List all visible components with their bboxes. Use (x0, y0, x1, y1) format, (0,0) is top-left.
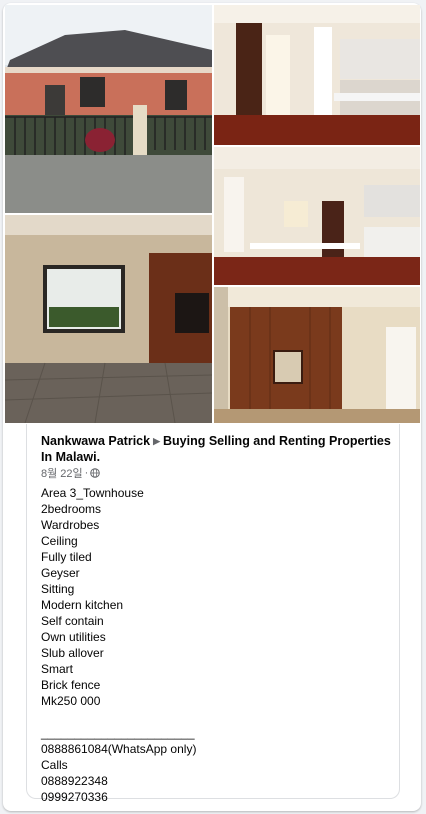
post-body-line (41, 709, 391, 725)
post-body-line: Wardrobes (41, 518, 100, 532)
post-body-line: Calls (41, 758, 68, 772)
photo-gallery (5, 5, 420, 423)
post-body-line: Own utilities (41, 630, 106, 644)
post-body-line: Ceiling (41, 534, 78, 548)
post-body-line: 0888861084(WhatsApp only) (41, 742, 197, 756)
triangle-right-icon: ▶ (153, 436, 161, 446)
photo-house-exterior[interactable] (5, 5, 212, 213)
post-body-line: Slub allover (41, 646, 104, 660)
photo-kitchen-corridor[interactable] (214, 147, 420, 285)
post-meta: 8월 22일 · (41, 465, 101, 481)
post-body-line: Brick fence (41, 678, 101, 692)
post-body-line: 0888922348 (41, 774, 108, 788)
author-name[interactable]: Nankwawa Patrick (41, 434, 150, 448)
post-body-line: Modern kitchen (41, 598, 124, 612)
post-body-line: 0999270336 (41, 790, 108, 804)
post-body-line: Fully tiled (41, 550, 92, 564)
post-body-line: Geyser (41, 566, 80, 580)
post-header: Nankwawa Patrick ▶ Buying Selling and Rent… (41, 433, 391, 465)
globe-icon (90, 468, 101, 478)
photo-wardrobe-wall[interactable] (214, 287, 420, 423)
post-body-line: Smart (41, 662, 74, 676)
photo-kitchen-wide[interactable] (214, 5, 420, 145)
photo-living-room[interactable] (5, 215, 212, 423)
post-body: Area 3_Townhouse 2bedrooms Wardrobes Ceilin… (41, 485, 391, 805)
post-body-line: Mk250 000 (41, 694, 101, 708)
post-body-line: Self contain (41, 614, 104, 628)
post-date[interactable]: 8월 22일 (41, 465, 83, 481)
post-body-line: 2bedrooms (41, 502, 102, 516)
post-body-line: Area 3_Townhouse (41, 486, 144, 500)
meta-separator: · (84, 467, 89, 479)
post-content: Nankwawa Patrick ▶ Buying Selling and Rent… (26, 424, 400, 804)
post-body-line: _______________________ (41, 726, 195, 740)
post-body-line: Sitting (41, 582, 75, 596)
